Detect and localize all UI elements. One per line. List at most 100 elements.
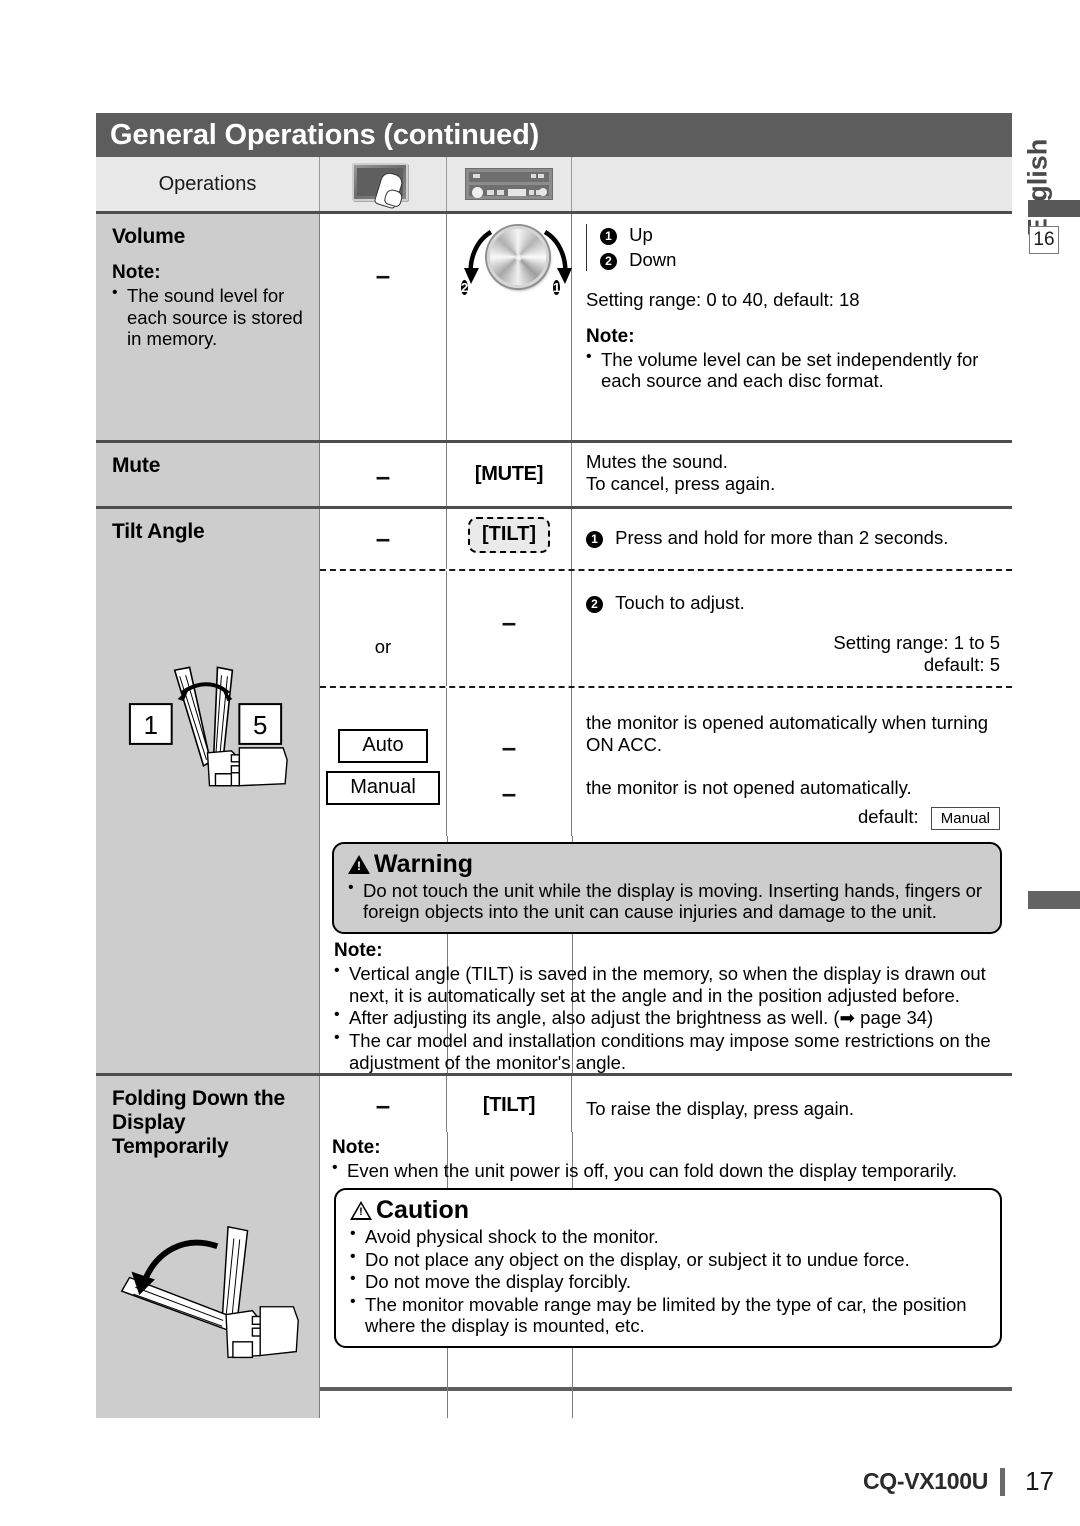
head-unit-icon bbox=[465, 168, 553, 200]
default-label: default: bbox=[857, 805, 919, 827]
caution-item: Do not place any object on the display, … bbox=[350, 1248, 986, 1271]
volume-knob-illustration: 1 2 bbox=[443, 218, 572, 304]
warning-list: Do not touch the unit while the display … bbox=[348, 879, 986, 923]
tilt-button-label[interactable]: [TILT] bbox=[483, 1094, 536, 1117]
mute-desc-line-2: To cancel, press again. bbox=[586, 473, 776, 495]
note-item: Vertical angle (TILT) is saved in the me… bbox=[334, 962, 1006, 1006]
cell-description-mute: Mutes the sound. To cancel, press again. bbox=[572, 443, 1012, 506]
side-section-marker bbox=[1028, 891, 1080, 909]
cell-touch-tilt-2: or bbox=[320, 571, 447, 686]
folding-subrow: – [TILT] To raise the display, press aga… bbox=[320, 1076, 1012, 1133]
cross-reference-page-box: 16 bbox=[1029, 226, 1059, 254]
note-item: Even when the unit power is off, you can… bbox=[332, 1159, 1006, 1182]
section-name: Mute bbox=[112, 454, 161, 477]
volume-desc-note-list: The volume level can be set independentl… bbox=[586, 348, 1000, 392]
volume-desc-note-heading: Note: bbox=[586, 325, 635, 347]
tilt-subrow-step2: or – 2 Touch to adjust. Setting range: 1… bbox=[320, 569, 1012, 686]
table-header-row: Operations bbox=[96, 157, 1012, 214]
cell-unit-auto-manual: – – bbox=[447, 688, 572, 836]
caution-item: Avoid physical shock to the monitor. bbox=[350, 1225, 986, 1248]
warning-title-row: Warning bbox=[348, 850, 986, 879]
row-label-folding-down: Folding Down the Display Temporarily bbox=[96, 1076, 320, 1419]
dash-mark: – bbox=[375, 461, 391, 491]
language-tab-bar bbox=[1028, 200, 1080, 217]
language-tab-label: English bbox=[1022, 138, 1053, 236]
dash-mark-manual: – bbox=[501, 777, 517, 808]
cell-unit-volume: 1 2 bbox=[447, 214, 572, 440]
warning-box: Warning Do not touch the unit while the … bbox=[332, 841, 1002, 935]
legend-label-down: Down bbox=[629, 249, 677, 271]
dash-mark: – bbox=[375, 523, 391, 553]
auto-button[interactable]: Auto bbox=[338, 729, 428, 764]
mute-desc-line-1: Mutes the sound. bbox=[586, 451, 728, 472]
page-title-bar: General Operations (continued) bbox=[96, 113, 1012, 157]
row-label-mute: Mute bbox=[96, 443, 320, 506]
step-badge-1: 1 bbox=[586, 531, 603, 548]
row-label-tilt-angle: Tilt Angle 1 5 bbox=[96, 509, 320, 1074]
tilt-angle-content: – [TILT] 1 Press and hold for more than … bbox=[320, 509, 1012, 1074]
table-row-volume: Volume Note: The sound level for each so… bbox=[96, 214, 1012, 440]
tilt-note-list: Vertical angle (TILT) is saved in the me… bbox=[334, 962, 1006, 1073]
folding-note-caution-area: Note: Even when the unit power is off, y… bbox=[320, 1132, 1012, 1419]
volume-setting-range: Setting range: 0 to 40, default: 18 bbox=[586, 289, 860, 311]
cell-description-folding: To raise the display, press again. bbox=[572, 1076, 1012, 1132]
tilt-setting-default: default: 5 bbox=[923, 654, 1000, 676]
section-name-line1: Folding Down the bbox=[112, 1087, 285, 1111]
cell-unit-tilt-1: [TILT] bbox=[447, 509, 572, 569]
legend-badge-2: 2 bbox=[600, 253, 617, 271]
section-name-line2: Display Temporarily bbox=[112, 1111, 229, 1159]
note-item: After adjusting its angle, also adjust t… bbox=[334, 1006, 1006, 1029]
warning-title: Warning bbox=[374, 849, 474, 878]
cell-touch-mute: – bbox=[320, 443, 447, 506]
dash-mark: – bbox=[501, 607, 517, 637]
dash-mark: – bbox=[375, 1090, 391, 1121]
folding-down-content: – [TILT] To raise the display, press aga… bbox=[320, 1076, 1012, 1419]
cell-unit-mute: [MUTE] bbox=[447, 443, 572, 506]
note-item: The car model and installation condition… bbox=[334, 1029, 1006, 1073]
model-number: CQ-VX100U bbox=[862, 1468, 989, 1494]
legend-label-up: Up bbox=[629, 224, 653, 245]
knob-badge-ccw: 2 bbox=[461, 280, 469, 295]
operations-table: Operations Volume Note: The sound level … bbox=[96, 157, 1012, 1419]
row-label-volume: Volume Note: The sound level for each so… bbox=[96, 214, 320, 440]
column-header-head-unit bbox=[447, 157, 572, 211]
dash-mark-auto: – bbox=[501, 731, 517, 762]
page-number: 17 bbox=[1025, 1466, 1054, 1496]
touch-panel-icon bbox=[352, 163, 414, 210]
or-label: or bbox=[374, 636, 392, 658]
mute-button-label[interactable]: [MUTE] bbox=[475, 463, 543, 486]
tilt-note-heading: Note: bbox=[334, 940, 383, 962]
legend-badge-1: 1 bbox=[600, 228, 617, 245]
caution-box: Caution Avoid physical shock to the moni… bbox=[334, 1187, 1002, 1349]
tilt-range-illustration: 1 5 bbox=[112, 656, 307, 794]
page-footer: CQ-VX100U 17 bbox=[0, 1466, 1080, 1497]
cell-description-auto-manual: the monitor is opened automatically when… bbox=[572, 688, 1012, 836]
folding-note-heading: Note: bbox=[332, 1137, 381, 1159]
caution-triangle-icon bbox=[350, 1200, 372, 1220]
table-row-folding-down: Folding Down the Display Temporarily – [… bbox=[96, 1073, 1012, 1419]
tilt-step1-text: Press and hold for more than 2 seconds. bbox=[615, 527, 949, 548]
page-title: General Operations (continued) bbox=[110, 118, 540, 151]
caution-title: Caution bbox=[376, 1195, 470, 1224]
section-name: Volume bbox=[112, 225, 186, 248]
svg-text:5: 5 bbox=[253, 712, 267, 740]
cell-touch-auto-manual: Auto Manual bbox=[320, 688, 447, 836]
step-badge-2: 2 bbox=[586, 596, 603, 613]
cell-unit-tilt-2: – bbox=[447, 571, 572, 686]
note-item: The sound level for each source is store… bbox=[112, 284, 307, 350]
column-header-touch-panel bbox=[320, 157, 447, 211]
tilt-button[interactable]: [TILT] bbox=[467, 517, 551, 553]
cell-touch-tilt-1: – bbox=[320, 509, 447, 569]
dash-mark: – bbox=[375, 260, 391, 290]
tilt-subrow-auto-manual: Auto Manual – – the monitor is opened au… bbox=[320, 686, 1012, 836]
note-heading: Note: bbox=[112, 262, 161, 283]
auto-description: the monitor is opened automatically when… bbox=[586, 712, 989, 756]
cell-unit-folding: [TILT] bbox=[447, 1076, 572, 1133]
tilt-subrow-step1: – [TILT] 1 Press and hold for more than … bbox=[320, 509, 1012, 569]
svg-text:1: 1 bbox=[144, 712, 158, 740]
manual-button[interactable]: Manual bbox=[326, 771, 440, 806]
folding-note-list: Even when the unit power is off, you can… bbox=[332, 1159, 1006, 1182]
caution-title-row: Caution bbox=[350, 1196, 986, 1225]
caution-list: Avoid physical shock to the monitor. Do … bbox=[350, 1225, 986, 1337]
column-header-description bbox=[572, 157, 1012, 211]
